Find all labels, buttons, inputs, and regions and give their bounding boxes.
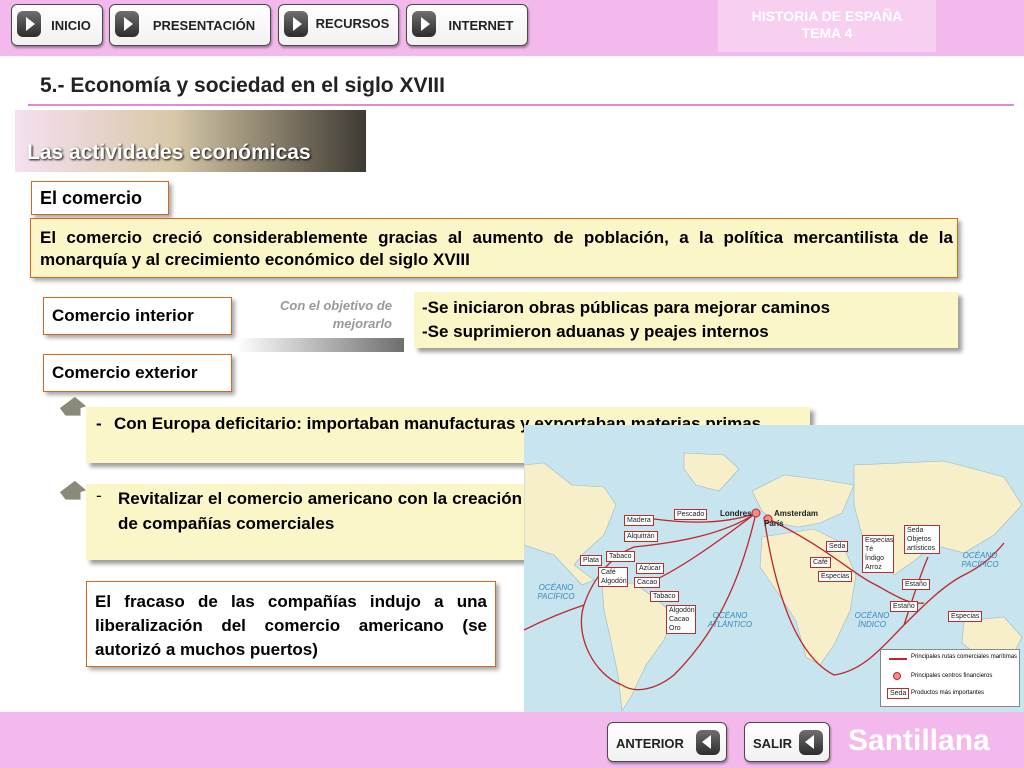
pointer-arrow-icon [59, 396, 87, 416]
route-line [524, 604, 585, 631]
anterior-button[interactable]: ANTERIOR [607, 722, 727, 762]
map-legend: Principales rutas comerciales marítimas … [880, 649, 1020, 707]
south-america-landmass [601, 582, 675, 712]
legend-product-swatch: Seda [887, 688, 910, 699]
product-label: Estaño [890, 601, 918, 612]
bullet-dash: - [96, 486, 102, 505]
ocean-label: OCÉANO ÍNDICO [854, 611, 890, 629]
ocean-label: OCÉANO PACÍFICO [537, 583, 575, 601]
presentacion-button[interactable]: PRESENTACIÓN [109, 4, 271, 46]
ocean-label: OCÉANO ATLÁNTICO [707, 611, 753, 629]
internet-button[interactable]: INTERNET [406, 4, 528, 46]
product-label: Azúcar [636, 563, 664, 574]
product-label: Café [810, 557, 831, 568]
comercio-exterior-label: Comercio exterior [43, 354, 232, 392]
comercio-label: El comercio [31, 181, 169, 215]
route-line [903, 556, 929, 626]
title-divider [28, 104, 1014, 106]
product-label: Alquitrán [624, 531, 658, 542]
inicio-button[interactable]: INICIO [11, 4, 103, 46]
salir-button[interactable]: SALIR [744, 722, 830, 762]
financial-center-marker [751, 508, 761, 518]
course-subject: HISTORIA DE ESPAÑA [751, 8, 903, 24]
presentacion-label: PRESENTACIÓN [152, 18, 256, 33]
greenland-landmass [683, 452, 740, 492]
measure-item: -Se suprimieron aduanas y peajes interno… [422, 322, 769, 341]
product-label: Seda Objetos artísticos [904, 525, 940, 554]
product-label: Cacao [634, 577, 661, 588]
exterior-bullet-america: - Revitalizar el comercio americano con … [86, 484, 526, 560]
legend-routes: Principales rutas comerciales marítimas [911, 654, 1018, 660]
product-label: Especias [818, 571, 853, 582]
comercio-interior-label: Comercio interior [43, 297, 232, 335]
comercio-description: El comercio creció considerablemente gra… [30, 218, 958, 278]
recursos-label: RECURSOS [315, 16, 390, 31]
gradient-arrow-bar [236, 338, 404, 352]
play-icon [17, 11, 41, 37]
bullet-text: Revitalizar el comercio americano con la… [118, 489, 522, 533]
measure-item: -Se iniciaron obras públicas para mejora… [422, 298, 831, 317]
inicio-label: INICIO [51, 18, 91, 33]
page-title: 5.- Economía y sociedad en el siglo XVII… [40, 74, 445, 97]
legend-center-swatch [893, 672, 901, 680]
bullet-dash: - [96, 414, 102, 433]
product-label: Algodón Cacao Oro [666, 605, 696, 634]
internet-label: INTERNET [448, 18, 514, 33]
product-label: Especias [948, 611, 983, 622]
ocean-label: OCÉANO PACÍFICO [961, 551, 999, 569]
legend-centers: Principales centros financieros [911, 673, 993, 679]
course-topic: TEMA 4 [801, 25, 853, 41]
product-label: Seda [826, 541, 849, 552]
course-label: HISTORIA DE ESPAÑA TEMA 4 [718, 0, 936, 52]
city-londres: Londres [720, 509, 752, 518]
play-icon [115, 11, 139, 37]
product-label: Pescado [674, 509, 708, 520]
recursos-button[interactable]: RECURSOS [278, 4, 399, 46]
comercio-interior-measures: -Se iniciaron obras públicas para mejora… [414, 292, 958, 348]
product-label: Madera [624, 515, 654, 526]
route-line [643, 512, 757, 586]
product-label: Tabaco [650, 591, 679, 602]
salir-label: SALIR [753, 736, 792, 751]
anterior-label: ANTERIOR [616, 736, 684, 751]
product-label: Especias Té Índigo Arroz [862, 535, 894, 573]
section-title: Las actividades económicas [27, 141, 311, 164]
legend-products: Productos más importantes [911, 690, 985, 696]
city-amsterdam: Amsterdam [774, 509, 819, 518]
section-header: Las actividades económicas [15, 110, 366, 172]
play-icon [412, 11, 436, 37]
fracaso-note: El fracaso de las compañías indujo a una… [86, 581, 496, 667]
product-label: Plata [580, 555, 602, 566]
back-arrow-icon [799, 730, 823, 755]
pointer-arrow-icon [59, 480, 87, 500]
back-arrow-icon [696, 730, 720, 755]
city-paris: París [764, 519, 784, 528]
product-label: Café Algodón [598, 567, 628, 587]
product-label: Estaño [902, 579, 930, 590]
brand-logo: Santillana [848, 724, 990, 757]
play-icon [284, 11, 308, 37]
product-label: Tabaco [606, 551, 635, 562]
objetivo-caption: Con el objetivo de mejorarlo [280, 298, 392, 331]
trade-routes-map: Londres Amsterdam París Madera Pescado A… [524, 425, 1024, 717]
